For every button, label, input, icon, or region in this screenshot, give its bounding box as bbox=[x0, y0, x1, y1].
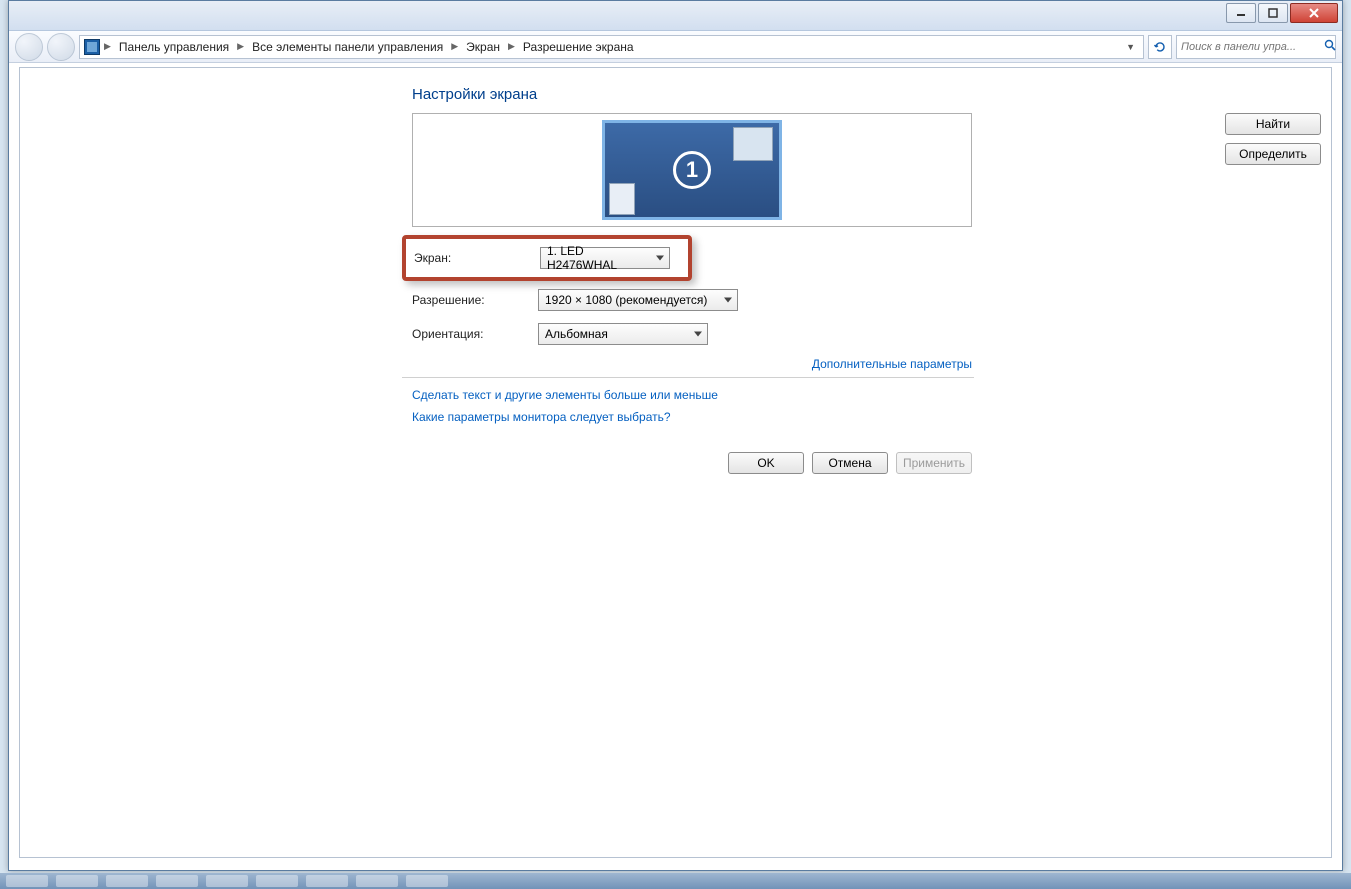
preview-row: 1 Найти Определить bbox=[412, 113, 1331, 227]
taskbar-item[interactable] bbox=[56, 875, 98, 887]
taskbar-item[interactable] bbox=[156, 875, 198, 887]
text-size-link[interactable]: Сделать текст и другие элементы больше и… bbox=[402, 388, 982, 402]
nav-forward-button[interactable] bbox=[47, 33, 75, 61]
which-settings-link[interactable]: Какие параметры монитора следует выбрать… bbox=[402, 410, 982, 424]
apply-button[interactable]: Применить bbox=[896, 452, 972, 474]
screen-dropdown-value: 1. LED H2476WHAL bbox=[547, 244, 651, 272]
highlighted-screen-row: Экран: 1. LED H2476WHAL bbox=[402, 235, 692, 281]
refresh-button[interactable] bbox=[1148, 35, 1172, 59]
minimize-button[interactable] bbox=[1226, 3, 1256, 23]
window-buttons bbox=[1226, 3, 1338, 23]
content: Настройки экрана 1 Найти Определить bbox=[20, 68, 1331, 474]
control-panel-icon bbox=[84, 39, 100, 55]
taskbar-item[interactable] bbox=[406, 875, 448, 887]
search-box[interactable] bbox=[1176, 35, 1336, 59]
chevron-right-icon: ▶ bbox=[508, 41, 515, 52]
taskbar-item[interactable] bbox=[356, 875, 398, 887]
advanced-link-row: Дополнительные параметры bbox=[402, 357, 972, 371]
chevron-right-icon: ▶ bbox=[451, 41, 458, 52]
search-icon bbox=[1324, 39, 1336, 54]
content-frame: Настройки экрана 1 Найти Определить bbox=[19, 67, 1332, 858]
taskbar-item[interactable] bbox=[256, 875, 298, 887]
monitor-preview[interactable]: 1 bbox=[412, 113, 972, 227]
close-button[interactable] bbox=[1290, 3, 1338, 23]
monitor-thumbnail[interactable]: 1 bbox=[602, 120, 782, 220]
form-area: Экран: 1. LED H2476WHAL Разрешение: 1920… bbox=[402, 235, 982, 474]
breadcrumb[interactable]: ▶ Панель управления ▶ Все элементы панел… bbox=[79, 35, 1144, 59]
page-title: Настройки экрана bbox=[412, 86, 1331, 103]
divider bbox=[402, 377, 974, 378]
refresh-icon bbox=[1153, 40, 1167, 54]
window-thumbnail bbox=[733, 127, 773, 161]
ok-button[interactable]: OK bbox=[728, 452, 804, 474]
orientation-dropdown[interactable]: Альбомная bbox=[538, 323, 708, 345]
nav-back-button[interactable] bbox=[15, 33, 43, 61]
breadcrumb-item[interactable]: Экран bbox=[462, 38, 504, 56]
monitor-number: 1 bbox=[673, 151, 711, 189]
identify-button[interactable]: Определить bbox=[1225, 143, 1321, 165]
chevron-right-icon: ▶ bbox=[237, 41, 244, 52]
chevron-right-icon: ▶ bbox=[104, 41, 111, 52]
screen-label: Экран: bbox=[414, 251, 540, 265]
breadcrumb-item[interactable]: Все элементы панели управления bbox=[248, 38, 447, 56]
taskbar[interactable] bbox=[0, 873, 1351, 889]
preview-side-buttons: Найти Определить bbox=[1225, 113, 1321, 165]
titlebar bbox=[9, 1, 1342, 31]
search-input[interactable] bbox=[1181, 41, 1324, 53]
breadcrumb-item[interactable]: Разрешение экрана bbox=[519, 38, 638, 56]
resolution-dropdown[interactable]: 1920 × 1080 (рекомендуется) bbox=[538, 289, 738, 311]
find-button[interactable]: Найти bbox=[1225, 113, 1321, 135]
taskbar-item[interactable] bbox=[6, 875, 48, 887]
taskbar-item[interactable] bbox=[206, 875, 248, 887]
taskbar-item[interactable] bbox=[306, 875, 348, 887]
minimize-icon bbox=[1236, 8, 1246, 18]
screen-dropdown[interactable]: 1. LED H2476WHAL bbox=[540, 247, 670, 269]
navbar: ▶ Панель управления ▶ Все элементы панел… bbox=[9, 31, 1342, 63]
window-thumbnail bbox=[609, 183, 635, 215]
resolution-dropdown-value: 1920 × 1080 (рекомендуется) bbox=[545, 293, 707, 307]
cancel-button[interactable]: Отмена bbox=[812, 452, 888, 474]
bottom-links: Сделать текст и другие элементы больше и… bbox=[402, 388, 982, 424]
taskbar-item[interactable] bbox=[106, 875, 148, 887]
breadcrumb-item[interactable]: Панель управления bbox=[115, 38, 233, 56]
breadcrumb-dropdown[interactable]: ▼ bbox=[1122, 42, 1139, 52]
orientation-dropdown-value: Альбомная bbox=[545, 327, 608, 341]
close-icon bbox=[1308, 7, 1320, 19]
window: ▶ Панель управления ▶ Все элементы панел… bbox=[8, 0, 1343, 871]
maximize-button[interactable] bbox=[1258, 3, 1288, 23]
orientation-label: Ориентация: bbox=[412, 327, 538, 341]
resolution-label: Разрешение: bbox=[412, 293, 538, 307]
action-bar: OK Отмена Применить bbox=[402, 452, 972, 474]
maximize-icon bbox=[1268, 8, 1278, 18]
advanced-settings-link[interactable]: Дополнительные параметры bbox=[812, 357, 972, 371]
